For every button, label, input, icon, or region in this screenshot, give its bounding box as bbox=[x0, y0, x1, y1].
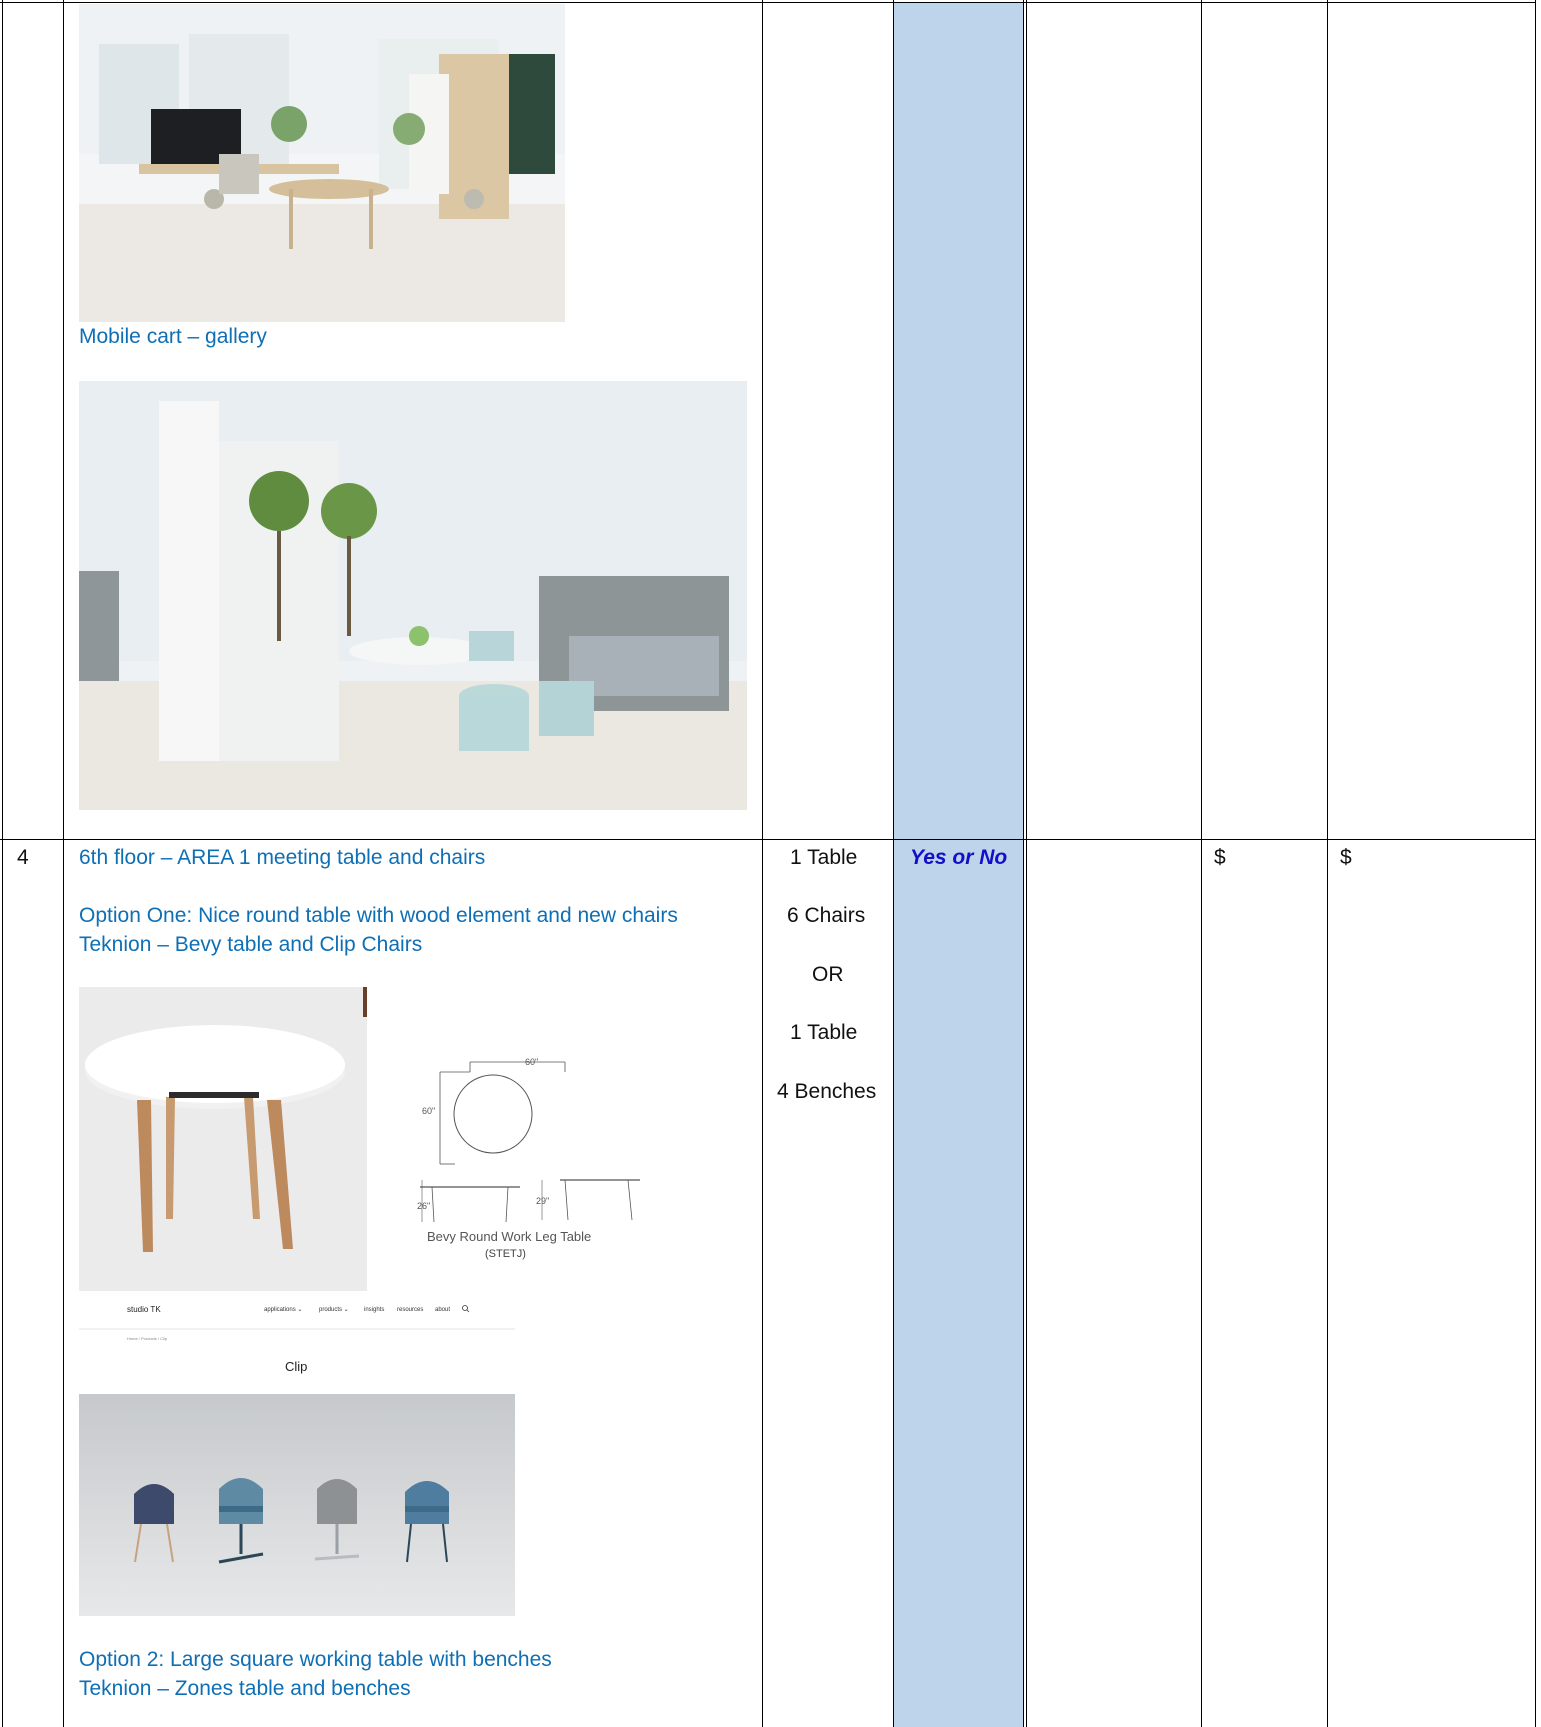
table-border-col2 bbox=[762, 0, 763, 1727]
unit-price-field[interactable]: $ bbox=[1214, 846, 1226, 870]
site-nav-applications: applications ⌄ bbox=[264, 1307, 302, 1313]
option-one-heading: Option One: Nice round table with wood e… bbox=[79, 904, 678, 927]
dim-h1-label: 26" bbox=[417, 1201, 430, 1211]
table-border-col4a bbox=[1023, 0, 1024, 1727]
row-number: 4 bbox=[17, 846, 29, 869]
site-nav-insights: insights bbox=[364, 1307, 384, 1313]
drawing-code: (STETJ) bbox=[485, 1248, 526, 1260]
bevy-dimension-drawing: 60" 60" 26" 29" Bevy Round Work Leg Tabl… bbox=[410, 1052, 650, 1267]
lounge-area-photo bbox=[79, 381, 747, 810]
option-one-product: Teknion – Bevy table and Clip Chairs bbox=[79, 933, 423, 956]
clip-webpage-screenshot: studio TK applications ⌄ products ⌄ insi… bbox=[79, 1293, 515, 1375]
qty-line-2: 6 Chairs bbox=[787, 904, 866, 927]
drawing-caption: Bevy Round Work Leg Table bbox=[427, 1229, 591, 1244]
mobile-cart-caption: Mobile cart – gallery bbox=[79, 325, 267, 348]
total-price-field[interactable]: $ bbox=[1340, 846, 1352, 870]
dim-side-label: 60" bbox=[422, 1106, 435, 1116]
qty-line-3: OR bbox=[812, 963, 844, 986]
site-product-title: Clip bbox=[285, 1359, 307, 1374]
site-nav-about: about bbox=[435, 1307, 450, 1313]
qty-line-1: 1 Table bbox=[790, 846, 858, 869]
table-border-top bbox=[0, 2, 1536, 3]
site-nav-resources: resources bbox=[397, 1307, 423, 1313]
table-border-left bbox=[2, 0, 3, 1727]
dim-h2-label: 29" bbox=[536, 1196, 549, 1206]
site-logo: studio TK bbox=[127, 1305, 161, 1314]
clip-chairs-photo bbox=[79, 1394, 515, 1616]
row-divider bbox=[0, 839, 1536, 840]
table-border-col5 bbox=[1201, 0, 1202, 1727]
qty-line-5: 4 Benches bbox=[777, 1080, 877, 1103]
site-breadcrumb: Home / Products / Clip bbox=[127, 1336, 168, 1341]
option-two-product: Teknion – Zones table and benches bbox=[79, 1677, 411, 1700]
table-border-col4b bbox=[1026, 0, 1027, 1727]
table-border-col6 bbox=[1327, 0, 1328, 1727]
mobile-cart-gallery-photo bbox=[79, 4, 565, 322]
table-border-col1 bbox=[63, 0, 64, 1727]
qty-line-4: 1 Table bbox=[790, 1021, 858, 1044]
yes-or-no-field[interactable]: Yes or No bbox=[910, 846, 1007, 870]
table-border-col3 bbox=[893, 0, 894, 1727]
row-title: 6th floor – AREA 1 meeting table and cha… bbox=[79, 846, 486, 869]
site-nav-products: products ⌄ bbox=[319, 1307, 349, 1313]
bevy-table-photo bbox=[79, 987, 367, 1291]
option-two-heading: Option 2: Large square working table wit… bbox=[79, 1648, 552, 1671]
table-border-right bbox=[1535, 0, 1536, 1727]
dim-top-label: 60" bbox=[525, 1057, 538, 1067]
